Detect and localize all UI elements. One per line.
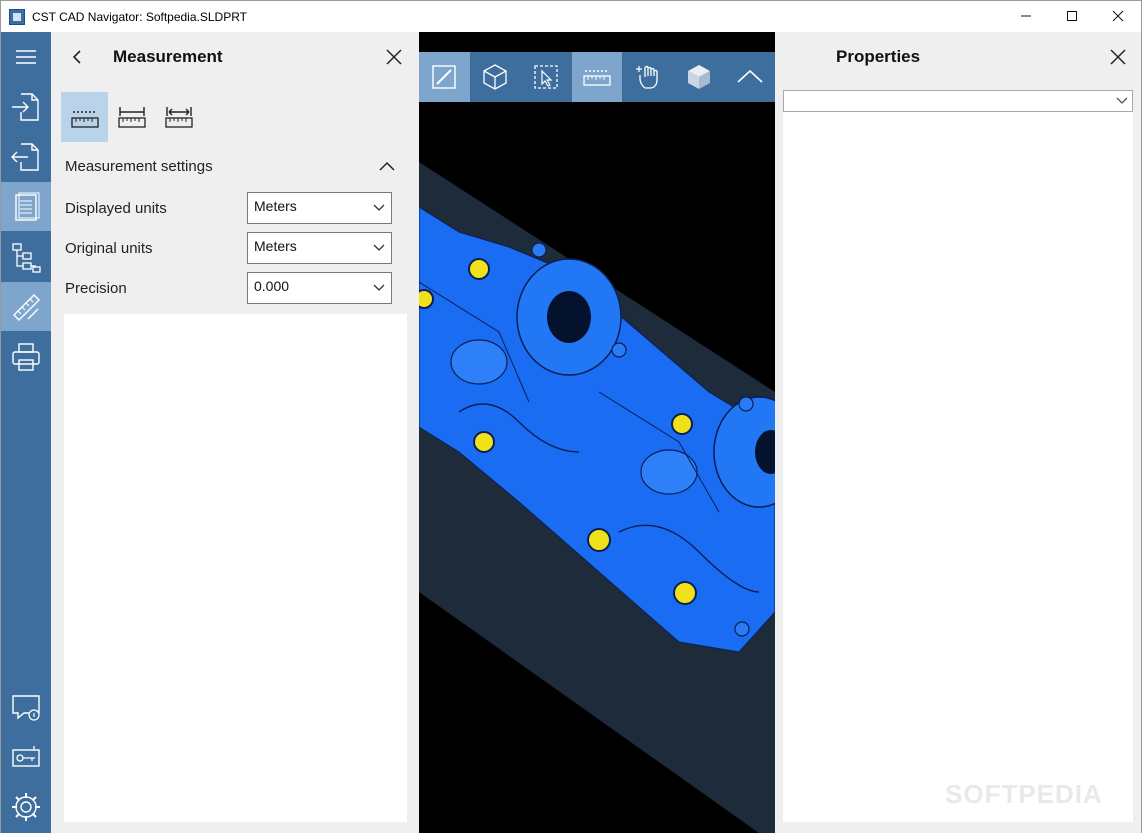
ruler-icon <box>583 70 611 86</box>
edge-distance-icon <box>117 107 146 128</box>
solid-view-button[interactable] <box>673 52 724 102</box>
chevron-down-icon <box>1116 97 1128 104</box>
threaded-hole <box>473 431 495 453</box>
chevron-left-icon <box>72 50 81 64</box>
threaded-hole <box>468 258 490 280</box>
bolt-head <box>611 342 627 358</box>
chevron-down-icon <box>373 284 385 291</box>
pan-button[interactable] <box>622 52 673 102</box>
view-mode-icon <box>432 65 457 89</box>
measurement-mode-toolbar <box>61 92 202 142</box>
feedback-icon <box>12 694 40 721</box>
close-window-button[interactable] <box>1095 1 1141 31</box>
maximize-button[interactable] <box>1049 1 1095 31</box>
rail-print-button[interactable] <box>1 332 51 381</box>
document-icon <box>15 192 40 221</box>
rail-menu-button[interactable] <box>1 32 51 81</box>
bolt-head <box>531 242 547 258</box>
close-icon <box>1110 49 1126 65</box>
close-measurement-button[interactable] <box>381 44 407 70</box>
export-file-icon <box>11 142 39 171</box>
license-key-icon <box>12 745 40 767</box>
edge-distance-mode-button[interactable] <box>108 92 155 142</box>
properties-content-area <box>783 112 1133 822</box>
measurement-results-area <box>64 314 407 822</box>
title-bar: CST CAD Navigator: Softpedia.SLDPRT <box>1 1 1141 32</box>
minimize-button[interactable] <box>1003 1 1049 31</box>
lug-1 <box>450 339 508 385</box>
maximize-icon <box>1067 11 1077 21</box>
tree-structure-icon <box>12 242 41 273</box>
close-properties-button[interactable] <box>1105 44 1131 70</box>
original-units-value: Meters <box>254 238 297 254</box>
select-cursor-icon <box>534 65 558 89</box>
rail-import-button[interactable] <box>1 82 51 131</box>
collapse-settings-button[interactable] <box>375 154 399 178</box>
threaded-hole <box>671 413 693 435</box>
displayed-units-select[interactable]: Meters <box>247 192 392 224</box>
watermark-text: SOFTPEDIA <box>945 779 1103 809</box>
chevron-down-icon <box>373 244 385 251</box>
rail-license-button[interactable] <box>1 732 51 781</box>
measurement-panel: Measurement Measurement settings Display… <box>51 32 419 833</box>
dimension-arrows-icon <box>164 107 193 128</box>
window-title: CST CAD Navigator: Softpedia.SLDPRT <box>32 9 247 24</box>
original-units-label: Original units <box>65 240 153 257</box>
collapse-toolbar-icon <box>737 69 763 83</box>
displayed-units-label: Displayed units <box>65 200 167 217</box>
rail-measurement-button[interactable] <box>1 282 51 331</box>
wireframe-view-button[interactable] <box>470 52 521 102</box>
select-button[interactable] <box>521 52 572 102</box>
properties-title: Properties <box>836 47 921 66</box>
threaded-hole <box>419 289 434 309</box>
rail-settings-button[interactable] <box>1 782 51 831</box>
rail-export-button[interactable] <box>1 132 51 181</box>
rail-tree-button[interactable] <box>1 232 51 281</box>
import-file-icon <box>12 92 39 121</box>
threaded-hole <box>587 528 611 552</box>
close-icon <box>1112 10 1124 22</box>
cad-model-render <box>419 162 775 833</box>
viewport-toolbar <box>419 52 775 102</box>
precision-value: 0.000 <box>254 278 290 294</box>
hamburger-menu-icon <box>16 49 36 64</box>
3d-viewport[interactable] <box>419 32 775 833</box>
solid-cube-icon <box>687 65 710 89</box>
ruler-measure-button[interactable] <box>571 52 623 102</box>
collapse-toolbar-button[interactable] <box>724 52 775 102</box>
precision-select[interactable]: 0.000 <box>247 272 392 304</box>
measurement-panel-header: Measurement <box>51 32 419 82</box>
bolt-head <box>738 396 754 412</box>
chevron-up-icon <box>379 161 395 171</box>
navigation-rail <box>1 32 51 833</box>
precision-label: Precision <box>65 280 127 297</box>
properties-object-select[interactable] <box>783 90 1133 112</box>
pan-hand-icon <box>635 65 658 89</box>
bolt-head <box>734 621 750 637</box>
point-distance-icon <box>70 111 99 128</box>
threaded-hole <box>673 581 697 605</box>
view-mode-button[interactable] <box>419 52 470 102</box>
printer-icon <box>12 342 40 371</box>
rail-document-button[interactable] <box>1 182 51 231</box>
measurement-tools-icon <box>13 293 40 321</box>
measurement-settings-header: Measurement settings <box>65 158 213 175</box>
point-distance-mode-button[interactable] <box>61 92 108 142</box>
properties-panel: Properties <box>775 32 1141 833</box>
app-icon <box>9 8 25 25</box>
chevron-down-icon <box>373 204 385 211</box>
original-units-select[interactable]: Meters <box>247 232 392 264</box>
rail-feedback-button[interactable] <box>1 682 51 731</box>
app-window: CST CAD Navigator: Softpedia.SLDPRT Meas… <box>0 0 1142 833</box>
panel-title: Measurement <box>113 47 223 66</box>
lug-2 <box>640 449 698 495</box>
close-icon <box>386 49 402 65</box>
dimension-mode-button[interactable] <box>155 92 202 142</box>
back-button[interactable] <box>65 44 91 70</box>
displayed-units-value: Meters <box>254 198 297 214</box>
bore-upper <box>547 291 591 343</box>
settings-gear-icon <box>12 792 40 821</box>
minimize-icon <box>1021 15 1031 17</box>
wireframe-cube-icon <box>483 64 507 90</box>
